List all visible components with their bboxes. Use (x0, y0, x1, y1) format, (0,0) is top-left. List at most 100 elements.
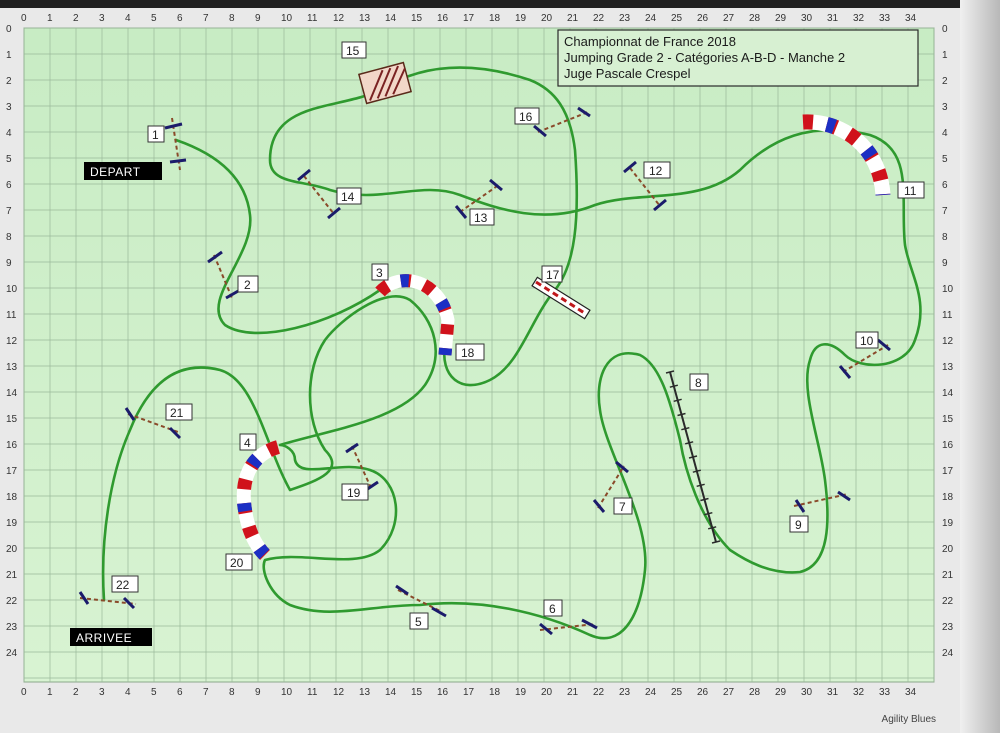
axis-tick-label: 15 (6, 414, 18, 425)
title-line-2: Jumping Grade 2 - Catégories A-B-D - Man… (564, 50, 845, 65)
axis-tick-label: 10 (942, 284, 954, 295)
axis-tick-label: 27 (723, 687, 735, 698)
axis-tick-label: 24 (942, 648, 954, 659)
svg-text:12: 12 (649, 164, 663, 178)
axis-tick-label: 0 (942, 24, 948, 35)
axis-tick-label: 25 (671, 13, 683, 24)
axis-tick-label: 13 (359, 13, 371, 24)
axis-tick-label: 33 (879, 687, 891, 698)
axis-tick-label: 21 (942, 570, 954, 581)
axis-tick-label: 9 (255, 13, 261, 24)
axis-tick-label: 0 (6, 24, 12, 35)
axis-tick-label: 11 (307, 687, 318, 698)
axis-tick-label: 30 (801, 687, 813, 698)
axis-tick-label: 26 (697, 687, 709, 698)
axis-tick-label: 32 (853, 13, 865, 24)
axis-tick-label: 22 (6, 596, 18, 607)
axis-tick-label: 13 (359, 687, 371, 698)
axis-tick-label: 14 (6, 388, 18, 399)
axis-tick-label: 23 (942, 622, 954, 633)
axis-tick-label: 28 (749, 687, 761, 698)
credit: Agility Blues (881, 714, 936, 725)
title-line-3: Juge Pascale Crespel (564, 66, 691, 81)
axis-tick-label: 18 (489, 687, 501, 698)
axis-tick-label: 20 (6, 544, 18, 555)
svg-text:15: 15 (346, 44, 360, 58)
svg-text:DEPART: DEPART (90, 165, 141, 179)
svg-text:6: 6 (549, 602, 556, 616)
svg-text:ARRIVEE: ARRIVEE (76, 631, 132, 645)
axis-tick-label: 18 (942, 492, 954, 503)
title-box: Championnat de France 2018 Jumping Grade… (557, 29, 919, 87)
axis-tick-label: 5 (942, 154, 948, 165)
axis-tick-label: 16 (437, 13, 449, 24)
axis-tick-label: 24 (6, 648, 18, 659)
axis-tick-label: 29 (775, 687, 787, 698)
svg-text:4: 4 (244, 436, 251, 450)
axis-tick-label: 10 (281, 13, 293, 24)
axis-tick-label: 3 (99, 687, 105, 698)
axis-tick-label: 27 (723, 13, 735, 24)
axis-tick-label: 29 (775, 13, 787, 24)
axis-tick-label: 18 (6, 492, 18, 503)
svg-text:2: 2 (244, 278, 251, 292)
axis-tick-label: 31 (827, 13, 839, 24)
svg-text:16: 16 (519, 110, 533, 124)
axis-tick-label: 21 (567, 13, 579, 24)
axis-tick-label: 12 (942, 336, 954, 347)
axis-tick-label: 16 (942, 440, 954, 451)
axis-tick-label: 25 (671, 687, 683, 698)
axis-tick-label: 33 (879, 13, 891, 24)
tunnel-20: 20 (225, 553, 253, 571)
axis-tick-label: 2 (6, 76, 12, 87)
axis-tick-label: 1 (942, 50, 948, 61)
axis-tick-label: 19 (515, 13, 527, 24)
axis-tick-label: 6 (177, 13, 183, 24)
axis-tick-label: 26 (697, 13, 709, 24)
axis-tick-label: 13 (6, 362, 18, 373)
axis-tick-label: 24 (645, 13, 657, 24)
axis-tick-label: 1 (6, 50, 12, 61)
axis-tick-label: 11 (307, 13, 318, 24)
axis-tick-label: 23 (619, 687, 631, 698)
axis-tick-label: 14 (942, 388, 954, 399)
axis-tick-label: 18 (489, 13, 501, 24)
axis-tick-label: 8 (229, 13, 235, 24)
axis-tick-label: 12 (6, 336, 18, 347)
axis-tick-label: 11 (942, 310, 953, 321)
axis-tick-label: 32 (853, 687, 865, 698)
svg-text:8: 8 (695, 376, 702, 390)
axis-tick-label: 28 (749, 13, 761, 24)
svg-text:20: 20 (230, 556, 244, 570)
axis-tick-label: 0 (21, 687, 27, 698)
axis-tick-label: 12 (333, 687, 345, 698)
axis-tick-label: 17 (463, 687, 475, 698)
axis-tick-label: 2 (942, 76, 948, 87)
axis-tick-label: 4 (6, 128, 12, 139)
axis-tick-label: 14 (385, 687, 397, 698)
finish-marker: ARRIVEE (70, 628, 152, 646)
svg-text:9: 9 (795, 518, 802, 532)
axis-tick-label: 11 (6, 310, 17, 321)
axis-tick-label: 4 (125, 13, 131, 24)
axis-tick-label: 21 (6, 570, 18, 581)
axis-tick-label: 21 (567, 687, 579, 698)
axis-tick-label: 2 (73, 687, 79, 698)
svg-text:7: 7 (619, 500, 626, 514)
axis-tick-label: 20 (541, 687, 553, 698)
axis-tick-label: 19 (515, 687, 527, 698)
axis-tick-label: 6 (177, 687, 183, 698)
axis-tick-label: 9 (942, 258, 948, 269)
axis-tick-label: 7 (203, 13, 209, 24)
axis-tick-label: 1 (47, 687, 53, 698)
svg-text:1: 1 (152, 128, 159, 142)
axis-tick-label: 8 (229, 687, 235, 698)
axis-tick-label: 5 (151, 13, 157, 24)
axis-tick-label: 4 (942, 128, 948, 139)
axis-tick-label: 3 (99, 13, 105, 24)
axis-tick-label: 4 (125, 687, 131, 698)
axis-tick-label: 24 (645, 687, 657, 698)
axis-tick-label: 3 (942, 102, 948, 113)
axis-tick-label: 20 (541, 13, 553, 24)
agility-course-map: 0011223344556677889910101111121213131414… (6, 13, 954, 698)
